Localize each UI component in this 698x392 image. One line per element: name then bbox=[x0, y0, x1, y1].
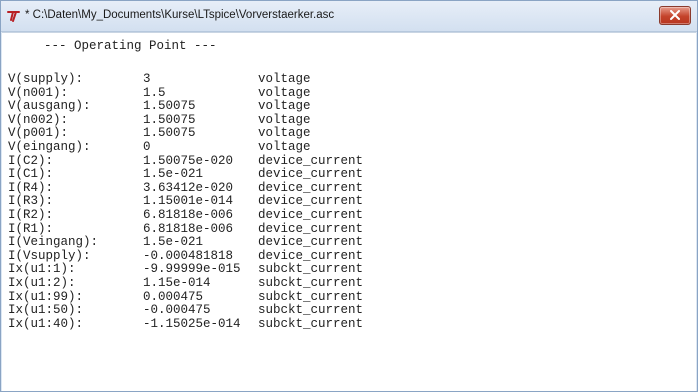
row-type: voltage bbox=[258, 139, 311, 154]
row-name: Ix(u1:99): bbox=[8, 289, 84, 304]
row-type: device_current bbox=[258, 167, 364, 182]
row-type: voltage bbox=[258, 72, 311, 86]
row-name: Ix(u1:2): bbox=[8, 275, 76, 290]
row-name: V(n002): bbox=[8, 112, 69, 127]
row-value: 0.000475 bbox=[143, 289, 204, 304]
row-value: 1.50075 bbox=[143, 126, 196, 141]
row-type: subckt_current bbox=[258, 289, 364, 304]
row-type: voltage bbox=[258, 112, 311, 127]
row-value: 3 bbox=[143, 72, 151, 86]
row-type: subckt_current bbox=[258, 262, 364, 277]
row-type: device_current bbox=[258, 180, 364, 195]
row-name: V(ausgang): bbox=[8, 99, 91, 114]
row-value: -9.99999e-015 bbox=[143, 262, 241, 277]
row-name: V(eingang): bbox=[8, 139, 91, 154]
row-value: -0.000475 bbox=[143, 303, 211, 318]
row-type: device_current bbox=[258, 248, 364, 263]
close-icon bbox=[670, 10, 680, 20]
row-value: -1.15025e-014 bbox=[143, 316, 241, 331]
window-title: * C:\Daten\My_Documents\Kurse\LTspice\Vo… bbox=[25, 9, 335, 21]
row-value: 1.15e-014 bbox=[143, 275, 211, 290]
row-type: subckt_current bbox=[258, 316, 364, 331]
row-type: device_current bbox=[258, 221, 364, 236]
row-type: subckt_current bbox=[258, 275, 364, 290]
operating-point-window: * C:\Daten\My_Documents\Kurse\LTspice\Vo… bbox=[0, 0, 698, 392]
row-type: subckt_current bbox=[258, 303, 364, 318]
close-button[interactable] bbox=[659, 6, 691, 25]
report-text-area[interactable]: --- Operating Point --- V(supply): 3 volta… bbox=[2, 32, 696, 391]
row-name: I(R3): bbox=[8, 194, 54, 209]
row-value: -0.000481818 bbox=[143, 248, 234, 263]
row-name: V(n001): bbox=[8, 85, 69, 100]
row-name: I(Veingang): bbox=[8, 235, 99, 250]
ltspice-icon bbox=[7, 11, 20, 22]
row-name: V(p001): bbox=[8, 126, 69, 141]
row-value: 1.50075e-020 bbox=[143, 153, 234, 168]
row-value: 6.81818e-006 bbox=[143, 221, 234, 236]
row-value: 1.5 bbox=[143, 85, 166, 100]
title-bar[interactable]: * C:\Daten\My_Documents\Kurse\LTspice\Vo… bbox=[1, 1, 697, 32]
row-type: voltage bbox=[258, 85, 311, 100]
row-name: Ix(u1:40): bbox=[8, 316, 84, 331]
row-name: I(C2): bbox=[8, 153, 54, 168]
row-value: 1.50075 bbox=[143, 112, 196, 127]
row-name: V(supply): bbox=[8, 72, 84, 86]
row-type: device_current bbox=[258, 153, 364, 168]
row-value: 1.5e-021 bbox=[143, 235, 204, 250]
row-name: I(R2): bbox=[8, 207, 54, 222]
row-type: voltage bbox=[258, 126, 311, 141]
report-heading: --- Operating Point --- bbox=[44, 39, 217, 53]
row-name: I(C1): bbox=[8, 167, 54, 182]
row-name: I(R4): bbox=[8, 180, 54, 195]
row-value: 6.81818e-006 bbox=[143, 207, 234, 222]
row-value: 0 bbox=[143, 139, 151, 154]
row-type: voltage bbox=[258, 99, 311, 114]
row-value: 1.5e-021 bbox=[143, 167, 204, 182]
row-name: Ix(u1:1): bbox=[8, 262, 76, 277]
row-type: device_current bbox=[258, 235, 364, 250]
row-name: I(R1): bbox=[8, 221, 54, 236]
row-name: Ix(u1:50): bbox=[8, 303, 84, 318]
row-type: device_current bbox=[258, 194, 364, 209]
row-name: I(Vsupply): bbox=[8, 248, 91, 263]
row-value: 3.63412e-020 bbox=[143, 180, 234, 195]
row-value: 1.50075 bbox=[143, 99, 196, 114]
row-type: device_current bbox=[258, 207, 364, 222]
row-value: 1.15001e-014 bbox=[143, 194, 234, 209]
